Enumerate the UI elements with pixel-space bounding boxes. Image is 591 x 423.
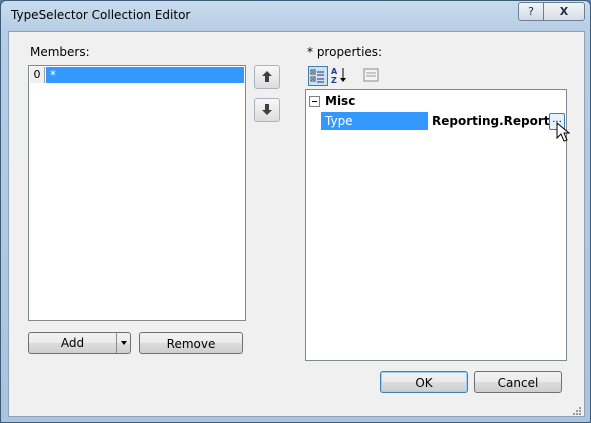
dropdown-arrow-icon	[121, 341, 127, 345]
move-up-button[interactable]	[254, 65, 280, 89]
close-button[interactable]: X	[543, 2, 585, 21]
cancel-button[interactable]: Cancel	[474, 371, 562, 393]
add-button[interactable]: Add	[28, 332, 131, 354]
window-title: TypeSelector Collection Editor	[11, 8, 191, 22]
category-label: Misc	[325, 94, 356, 108]
title-bar[interactable]: TypeSelector Collection Editor ? X	[1, 1, 590, 31]
property-grid-toolbar: A Z	[305, 65, 565, 87]
help-button[interactable]: ?	[518, 2, 544, 21]
svg-text:A: A	[331, 67, 338, 76]
list-item[interactable]: 0 *	[30, 67, 244, 83]
collapse-icon[interactable]	[309, 96, 320, 107]
category-row-misc[interactable]: Misc	[307, 92, 565, 110]
add-button-label[interactable]: Add	[29, 333, 116, 353]
up-arrow-icon	[262, 71, 272, 82]
alphabetical-button[interactable]: A Z	[330, 66, 350, 86]
down-arrow-icon	[262, 104, 272, 115]
svg-text:Z: Z	[331, 76, 337, 84]
property-pages-button[interactable]	[362, 66, 382, 86]
categorized-button[interactable]	[308, 66, 328, 86]
property-row-type[interactable]: Type Reporting.ReportIter ...	[307, 112, 570, 142]
list-item-index: 0	[30, 67, 45, 83]
dialog-window: TypeSelector Collection Editor ? X Membe…	[0, 0, 591, 423]
add-dropdown-button[interactable]	[116, 333, 131, 353]
remove-button[interactable]: Remove	[139, 332, 243, 354]
property-name[interactable]: Type	[321, 112, 428, 130]
ok-button[interactable]: OK	[380, 371, 468, 393]
dialog-client-area: Members: 0 * Add Remove * properties: A …	[8, 31, 585, 417]
members-list[interactable]: 0 *	[28, 65, 246, 321]
move-down-button[interactable]	[254, 98, 280, 122]
alphabetical-icon: A Z	[331, 67, 346, 85]
mouse-cursor-icon	[556, 122, 570, 142]
resize-grip-icon[interactable]	[572, 406, 582, 416]
list-item-value[interactable]: *	[46, 67, 244, 83]
properties-label: * properties:	[307, 45, 383, 59]
categorized-icon	[310, 69, 324, 83]
members-label: Members:	[30, 45, 90, 59]
property-value[interactable]: Reporting.ReportIter	[431, 112, 550, 130]
property-grid[interactable]: Misc Type Reporting.ReportIter ...	[305, 89, 570, 361]
property-pages-icon	[363, 68, 379, 82]
